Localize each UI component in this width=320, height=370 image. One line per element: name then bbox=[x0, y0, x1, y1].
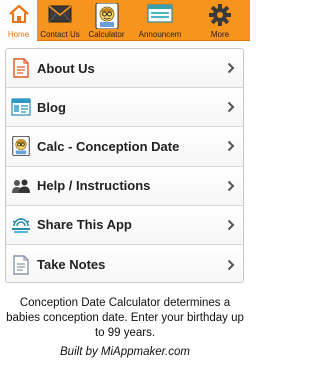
tab-label: Contact Us bbox=[40, 30, 80, 39]
menu-item-help-instructions[interactable]: Help / Instructions bbox=[6, 166, 243, 206]
menu-item-label: About Us bbox=[37, 60, 95, 76]
chevron-right-icon bbox=[227, 219, 235, 231]
menu-item-label: Take Notes bbox=[37, 257, 106, 273]
tab-announcements[interactable]: Announcem bbox=[130, 0, 190, 41]
tab-label: Announcem bbox=[138, 30, 182, 39]
calculator-icon bbox=[95, 2, 119, 34]
share-icon bbox=[11, 215, 31, 235]
gear-icon bbox=[208, 3, 232, 32]
top-tab-bar: Home Contact Us Calculator Announcem Mor… bbox=[0, 0, 250, 41]
built-by-link[interactable]: Built by MiAppmaker.com bbox=[0, 346, 250, 358]
envelope-icon bbox=[47, 3, 73, 30]
tab-more[interactable]: More bbox=[190, 0, 250, 41]
menu-item-label: Help / Instructions bbox=[37, 178, 151, 194]
chevron-right-icon bbox=[227, 180, 235, 191]
menu-item-blog[interactable]: Blog bbox=[6, 88, 243, 128]
chevron-right-icon bbox=[227, 62, 235, 74]
menu-item-label: Blog bbox=[37, 99, 66, 115]
tab-calculator[interactable]: Calculator bbox=[83, 0, 130, 41]
menu-item-about-us[interactable]: About Us bbox=[6, 49, 243, 89]
document-icon bbox=[11, 58, 31, 78]
calculator-icon bbox=[11, 136, 31, 157]
menu-item-calc-conception-date[interactable]: Calc - Conception Date bbox=[6, 127, 243, 167]
blog-icon bbox=[11, 97, 31, 117]
tab-contact-us[interactable]: Contact Us bbox=[37, 0, 83, 41]
tab-home[interactable]: Home bbox=[0, 0, 37, 41]
chevron-right-icon bbox=[227, 141, 235, 152]
chevron-right-icon bbox=[227, 102, 235, 113]
home-icon bbox=[8, 3, 30, 30]
menu-item-share-this-app[interactable]: Share This App bbox=[6, 205, 243, 245]
chevron-right-icon bbox=[227, 259, 235, 270]
menu-item-label: Share This App bbox=[37, 217, 132, 233]
menu-item-take-notes[interactable]: Take Notes bbox=[6, 244, 243, 282]
announcement-icon bbox=[147, 3, 173, 30]
menu-list: About Us Blog Calc - Conception Date Hel… bbox=[5, 48, 244, 283]
tab-label: Home bbox=[7, 30, 30, 39]
app-description: Conception Date Calculator determines a … bbox=[6, 297, 244, 339]
people-icon bbox=[11, 176, 31, 196]
notes-icon bbox=[11, 254, 31, 275]
menu-item-label: Calc - Conception Date bbox=[37, 138, 180, 154]
